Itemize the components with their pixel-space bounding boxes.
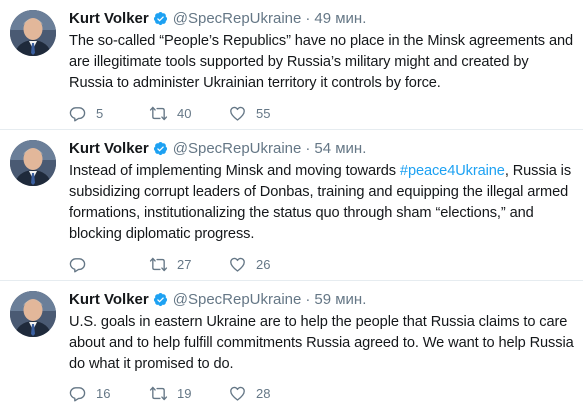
verified-badge-icon — [153, 141, 167, 155]
like-count: 28 — [256, 385, 271, 401]
retweet-button[interactable]: 19 — [149, 385, 229, 402]
author-name[interactable]: Kurt Volker — [69, 10, 149, 27]
tweet-text-segment: The so-called “People’s Republics” have … — [69, 33, 574, 91]
like-count: 55 — [256, 105, 271, 121]
tweet-timeline: Kurt Volker @SpecRepUkraine · 49 мин. Th… — [0, 0, 583, 410]
retweet-count: 40 — [177, 105, 192, 121]
author-name[interactable]: Kurt Volker — [69, 291, 149, 308]
like-button[interactable]: 28 — [229, 385, 309, 402]
retweet-count: 19 — [177, 385, 192, 401]
tweet-timestamp[interactable]: 59 мин. — [314, 291, 366, 308]
reply-button[interactable]: 16 — [69, 385, 149, 402]
heart-icon — [230, 257, 245, 272]
reply-icon — [69, 386, 86, 401]
heart-icon — [230, 106, 245, 121]
tweet-timestamp[interactable]: 49 мин. — [314, 10, 366, 27]
tweet-text: U.S. goals in eastern Ukraine are to hel… — [69, 312, 575, 375]
tweet-text-segment: Instead of implementing Minsk and moving… — [69, 163, 400, 179]
like-count: 26 — [256, 256, 271, 272]
author-handle[interactable]: @SpecRepUkraine — [173, 291, 302, 308]
separator-dot: · — [305, 290, 311, 308]
tweet[interactable]: Kurt Volker @SpecRepUkraine · 59 мин. U.… — [0, 281, 583, 410]
tweet-text: The so-called “People’s Republics” have … — [69, 31, 575, 94]
reply-button[interactable]: 5 — [69, 105, 149, 122]
tweet[interactable]: Kurt Volker @SpecRepUkraine · 49 мин. Th… — [0, 0, 583, 130]
avatar[interactable] — [10, 291, 56, 337]
heart-icon — [230, 386, 245, 401]
tweet-text-segment: U.S. goals in eastern Ukraine are to hel… — [69, 314, 574, 372]
reply-icon — [69, 257, 86, 272]
avatar[interactable] — [10, 10, 56, 56]
author-handle[interactable]: @SpecRepUkraine — [173, 140, 302, 157]
hashtag-link[interactable]: #peace4Ukraine — [400, 163, 505, 179]
verified-badge-icon — [153, 11, 167, 25]
retweet-button[interactable]: 27 — [149, 256, 229, 273]
separator-dot: · — [305, 139, 311, 157]
tweet-actions: 27 26 — [69, 255, 309, 273]
retweet-icon — [149, 386, 168, 400]
author-name[interactable]: Kurt Volker — [69, 140, 149, 157]
tweet-text: Instead of implementing Minsk and moving… — [69, 161, 575, 245]
retweet-button[interactable]: 40 — [149, 105, 229, 122]
reply-count: 16 — [96, 385, 111, 401]
author-handle[interactable]: @SpecRepUkraine — [173, 10, 302, 27]
retweet-count: 27 — [177, 256, 192, 272]
avatar[interactable] — [10, 140, 56, 186]
tweet-actions: 5 40 55 — [69, 104, 309, 122]
verified-badge-icon — [153, 292, 167, 306]
tweet[interactable]: Kurt Volker @SpecRepUkraine · 54 мин. In… — [0, 130, 583, 281]
tweet-actions: 16 19 28 — [69, 384, 309, 402]
tweet-timestamp[interactable]: 54 мин. — [314, 140, 366, 157]
retweet-icon — [149, 106, 168, 120]
reply-button[interactable] — [69, 256, 149, 273]
reply-icon — [69, 106, 86, 121]
like-button[interactable]: 26 — [229, 256, 309, 273]
retweet-icon — [149, 257, 168, 271]
separator-dot: · — [305, 9, 311, 27]
reply-count: 5 — [96, 105, 104, 121]
like-button[interactable]: 55 — [229, 105, 309, 122]
